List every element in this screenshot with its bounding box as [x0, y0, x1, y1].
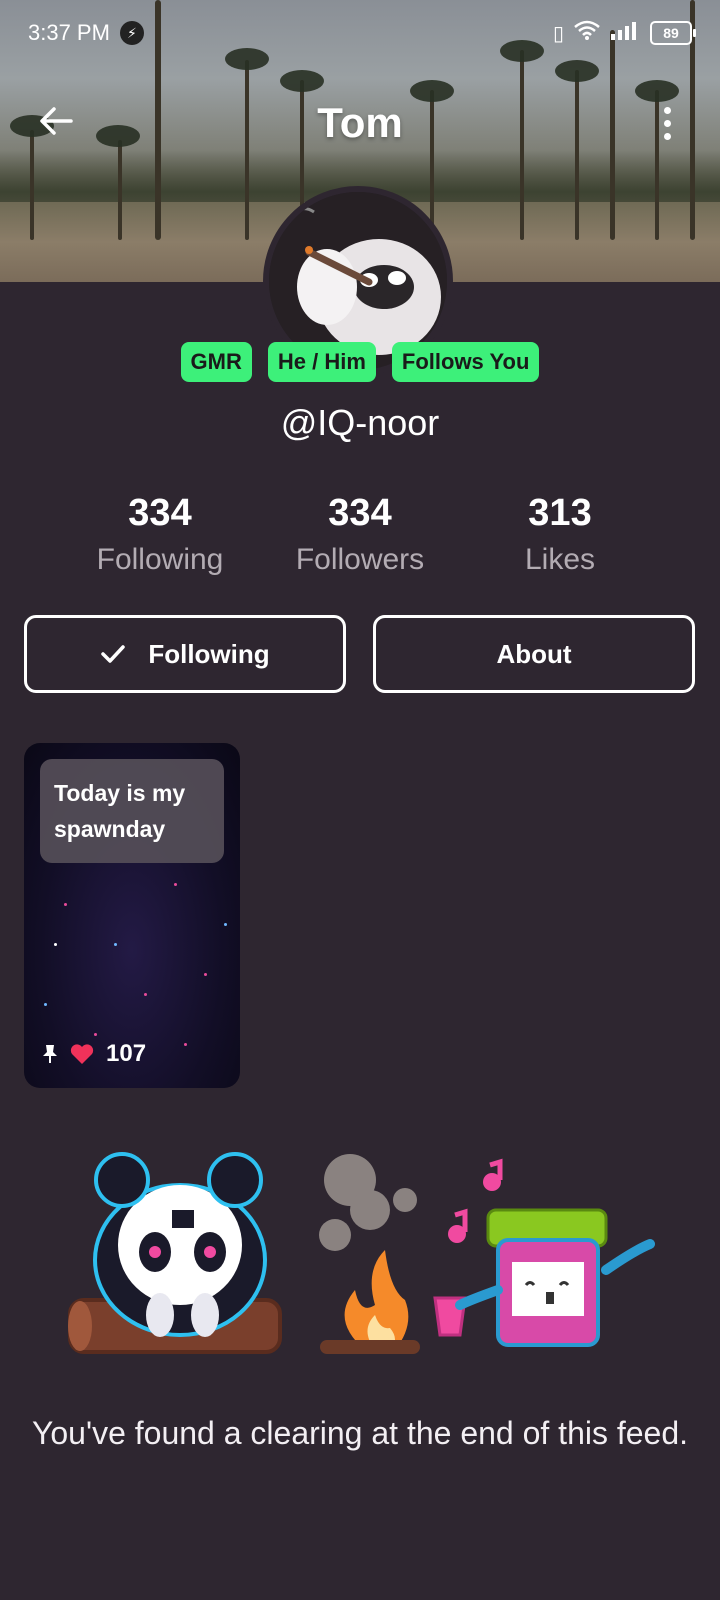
battery-icon: 89	[650, 21, 696, 45]
signal-icon	[610, 20, 640, 46]
profile-handle: @IQ-noor	[280, 402, 440, 443]
post-caption: Today is my spawnday	[40, 759, 224, 863]
tag-pill: GMR	[180, 342, 252, 382]
checkmark-icon	[101, 645, 126, 663]
about-button[interactable]: About	[373, 615, 695, 693]
stat-label: Likes	[524, 543, 596, 576]
stat-label: Followers	[295, 543, 425, 576]
pin-icon	[43, 1045, 57, 1063]
wifi-icon	[574, 20, 600, 46]
stat-count: 334	[328, 492, 392, 534]
stat-likes[interactable]: 313 Likes	[460, 492, 660, 577]
status-bar: 3:37 PM ⚡ ▯ 89	[0, 0, 720, 66]
profile-tags: GMR He / Him Follows You	[0, 342, 720, 382]
stat-followers[interactable]: 334 Followers	[260, 492, 460, 577]
following-button[interactable]: Following	[24, 615, 346, 693]
about-button-label: About	[496, 638, 572, 669]
following-button-label: Following	[148, 638, 270, 669]
profile-name-title: Tom	[317, 99, 403, 146]
stat-count: 313	[528, 492, 592, 534]
stat-label: Following	[96, 543, 224, 576]
stat-following[interactable]: 334 Following	[60, 492, 260, 577]
more-vertical-icon	[663, 106, 671, 114]
battery-level: 89	[663, 25, 679, 41]
end-of-feed-message: You've found a clearing at the end of th…	[31, 1415, 689, 1451]
tag-pill: He / Him	[267, 342, 376, 382]
post-likes-count: 107	[106, 1040, 147, 1067]
bolt-icon: ⚡	[119, 21, 144, 45]
more-options-button[interactable]	[652, 97, 682, 149]
app-bar: Tom	[0, 95, 720, 155]
end-of-feed-illustration	[60, 1140, 660, 1390]
vibrate-icon: ▯	[552, 22, 564, 45]
post-footer: 107	[42, 1040, 146, 1068]
tag-pill: Follows You	[391, 342, 540, 382]
profile-stats: 334 Following 334 Followers 313 Likes	[0, 492, 720, 592]
status-time: 3:37 PM	[28, 20, 110, 45]
stat-count: 334	[128, 492, 192, 534]
post-card[interactable]: Today is my spawnday 107	[24, 743, 240, 1088]
heart-icon	[70, 1044, 94, 1064]
